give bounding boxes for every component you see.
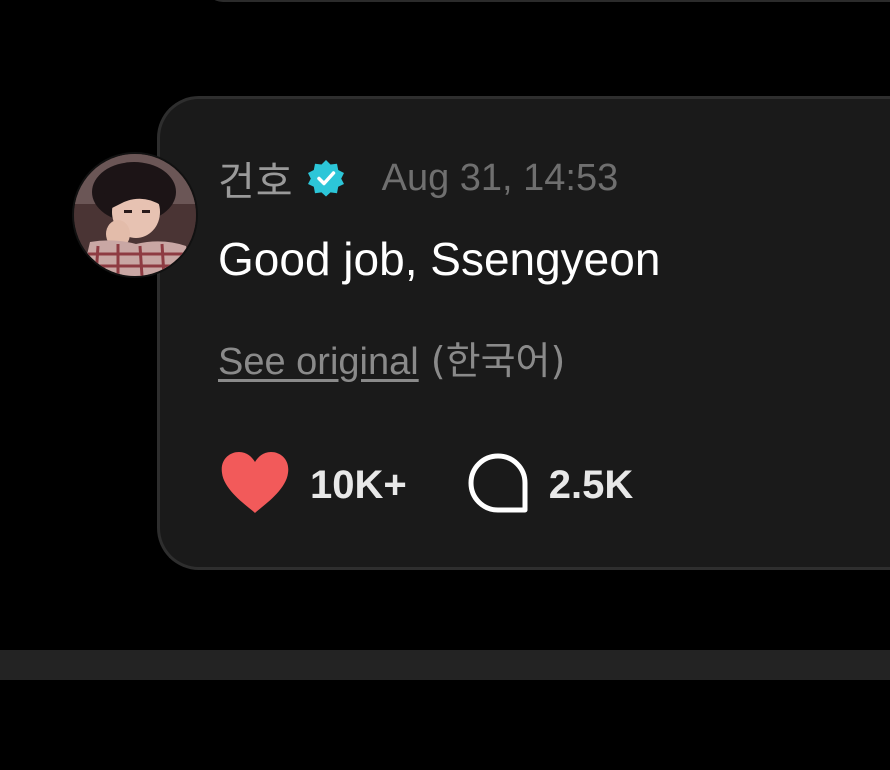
reply-button[interactable]: 2.5K bbox=[467, 452, 634, 519]
heart-icon bbox=[220, 451, 290, 520]
replies-count: 2.5K bbox=[548, 462, 634, 507]
translation-row: See original (한국어) bbox=[218, 330, 565, 385]
comment-screen: 건호 Aug 31, 14:53 Good job, Ssengyeon See… bbox=[0, 0, 890, 770]
original-language-label: (한국어) bbox=[430, 339, 566, 383]
comment-header: 건호 Aug 31, 14:53 bbox=[218, 150, 618, 206]
see-original-link[interactable]: See original bbox=[218, 341, 419, 383]
likes-count: 10K+ bbox=[310, 462, 407, 507]
comment-timestamp: Aug 31, 14:53 bbox=[381, 156, 619, 199]
speech-bubble-icon bbox=[467, 452, 529, 519]
author-name[interactable]: 건호 bbox=[218, 149, 294, 207]
avatar[interactable] bbox=[74, 154, 196, 276]
previous-card-edge bbox=[205, 0, 890, 2]
verified-badge-icon bbox=[306, 158, 346, 198]
comment-body: Good job, Ssengyeon bbox=[218, 233, 661, 285]
like-button[interactable]: 10K+ bbox=[220, 451, 407, 520]
comment-actions: 10K+ 2.5K bbox=[220, 450, 633, 520]
avatar-photo bbox=[74, 154, 196, 276]
bottom-divider-bar bbox=[0, 650, 890, 680]
